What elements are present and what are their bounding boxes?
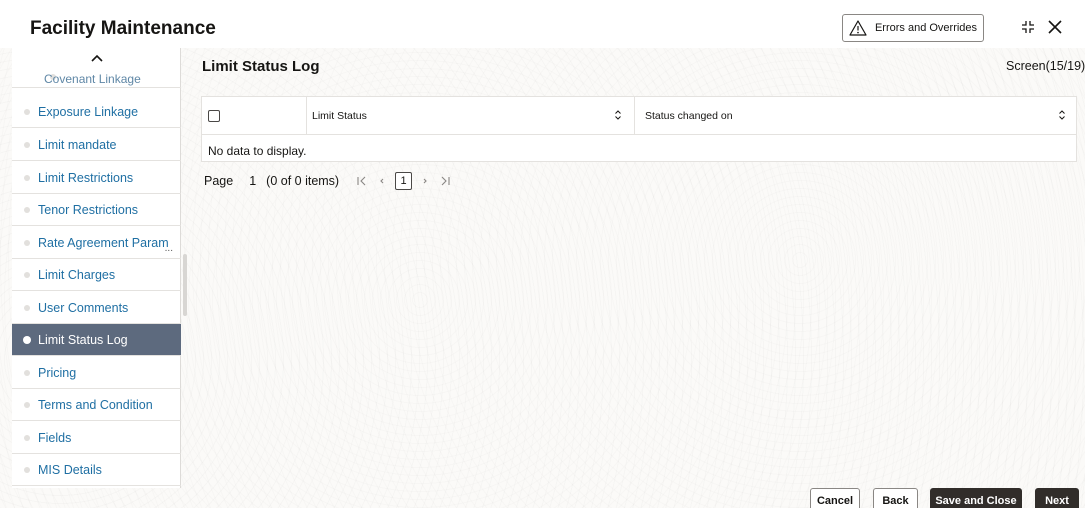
sidebar-item-rate-agreement-param[interactable]: Rate Agreement Param ... [12,227,181,259]
sidebar-item-label: Fields [38,430,72,445]
page-title: Facility Maintenance [30,18,216,39]
table-header: Limit Status Status changed on [202,97,1076,135]
step-dot-icon [24,142,30,148]
sidebar-item-tenor-restrictions[interactable]: Tenor Restrictions [12,194,181,226]
limit-status-table: Limit Status Status changed on No data t… [201,96,1077,162]
sort-icon[interactable] [1058,109,1066,121]
step-dot-icon [24,272,30,278]
close-icon[interactable] [1046,18,1064,36]
page-number: 1 [249,174,257,188]
column-divider [306,97,307,135]
sidebar-item-label: Limit Restrictions [38,170,134,185]
last-page-icon[interactable] [438,174,452,188]
sidebar-item-exposure-linkage[interactable]: Exposure Linkage [12,96,181,128]
next-page-icon[interactable] [418,174,432,188]
section-title: Limit Status Log [202,58,320,75]
sidebar-item-pricing[interactable]: Pricing [12,357,181,389]
sidebar-item-label: User Comments [38,300,129,315]
select-all-checkbox[interactable] [208,110,220,122]
pagination: Page 1 (0 of 0 items) 1 [204,172,452,190]
step-dot-icon [24,435,30,441]
cancel-button[interactable]: Cancel [810,488,860,508]
sidebar-item-label: Limit Status Log [38,332,128,347]
sidebar-item-label: Tenor Restrictions [38,202,139,217]
column-header-status-changed-on[interactable]: Status changed on [645,110,733,122]
sidebar-item-covenant-linkage[interactable]: Covenant Linkage [12,70,181,88]
collapse-icon[interactable] [1020,19,1036,35]
sidebar-item-limit-status-log[interactable]: Limit Status Log [12,324,181,356]
step-dot-icon [24,370,30,376]
sidebar-item-fields[interactable]: Fields [12,422,181,454]
step-dot-icon [24,467,30,473]
empty-table-message: No data to display. [208,144,307,158]
page-label: Page [204,174,234,188]
sidebar-item-label: MIS Details [38,462,102,477]
first-page-icon[interactable] [355,174,369,188]
sidebar-item-limit-restrictions[interactable]: Limit Restrictions [12,162,181,194]
sidebar-item-label: Terms and Condition [38,397,153,412]
step-dot-icon [24,305,30,311]
sidebar-item-limit-charges[interactable]: Limit Charges [12,259,181,291]
sidebar-nav: Covenant Linkage Exposure Linkage Limit … [12,48,181,488]
save-and-close-button[interactable]: Save and Close [930,488,1022,508]
items-info: (0 of 0 items) [266,174,340,188]
next-button[interactable]: Next [1035,488,1079,508]
sidebar-item-limit-mandate[interactable]: Limit mandate [12,129,181,161]
step-dot-icon [23,336,31,344]
chevron-up-icon [90,54,103,62]
step-dot-icon [24,109,30,115]
sidebar-item-label: Covenant Linkage [44,72,141,86]
errors-overrides-button[interactable]: Errors and Overrides [842,14,984,42]
sidebar-item-label: Pricing [38,365,77,380]
screen-indicator: Screen(15/19) [1006,59,1085,73]
step-dot-icon [24,402,30,408]
sidebar-item-label: Rate Agreement Param [38,235,169,250]
sort-icon[interactable] [614,109,622,121]
sidebar-scroll-up-button[interactable] [12,48,181,70]
sidebar-item-label: Exposure Linkage [38,104,139,119]
sidebar-item-label: Limit mandate [38,137,117,152]
step-dot-icon [24,207,30,213]
previous-page-icon[interactable] [375,174,389,188]
sidebar-item-label: Limit Charges [38,267,116,282]
sidebar-item-user-comments[interactable]: User Comments [12,292,181,324]
back-button[interactable]: Back [873,488,918,508]
column-header-limit-status[interactable]: Limit Status [312,110,367,122]
step-dot-icon [24,240,30,246]
sidebar-item-mis-details[interactable]: MIS Details [12,454,181,486]
errors-overrides-label: Errors and Overrides [874,22,978,34]
warning-icon [849,20,867,36]
sidebar-scrollbar[interactable] [183,254,187,316]
current-page-button[interactable]: 1 [395,172,413,190]
column-divider [634,97,635,135]
more-indicator: ... [164,243,173,254]
sidebar-item-terms-and-condition[interactable]: Terms and Condition [12,389,181,421]
app-header: Facility Maintenance Errors and Override… [0,0,1085,48]
step-dot-icon [24,175,30,181]
